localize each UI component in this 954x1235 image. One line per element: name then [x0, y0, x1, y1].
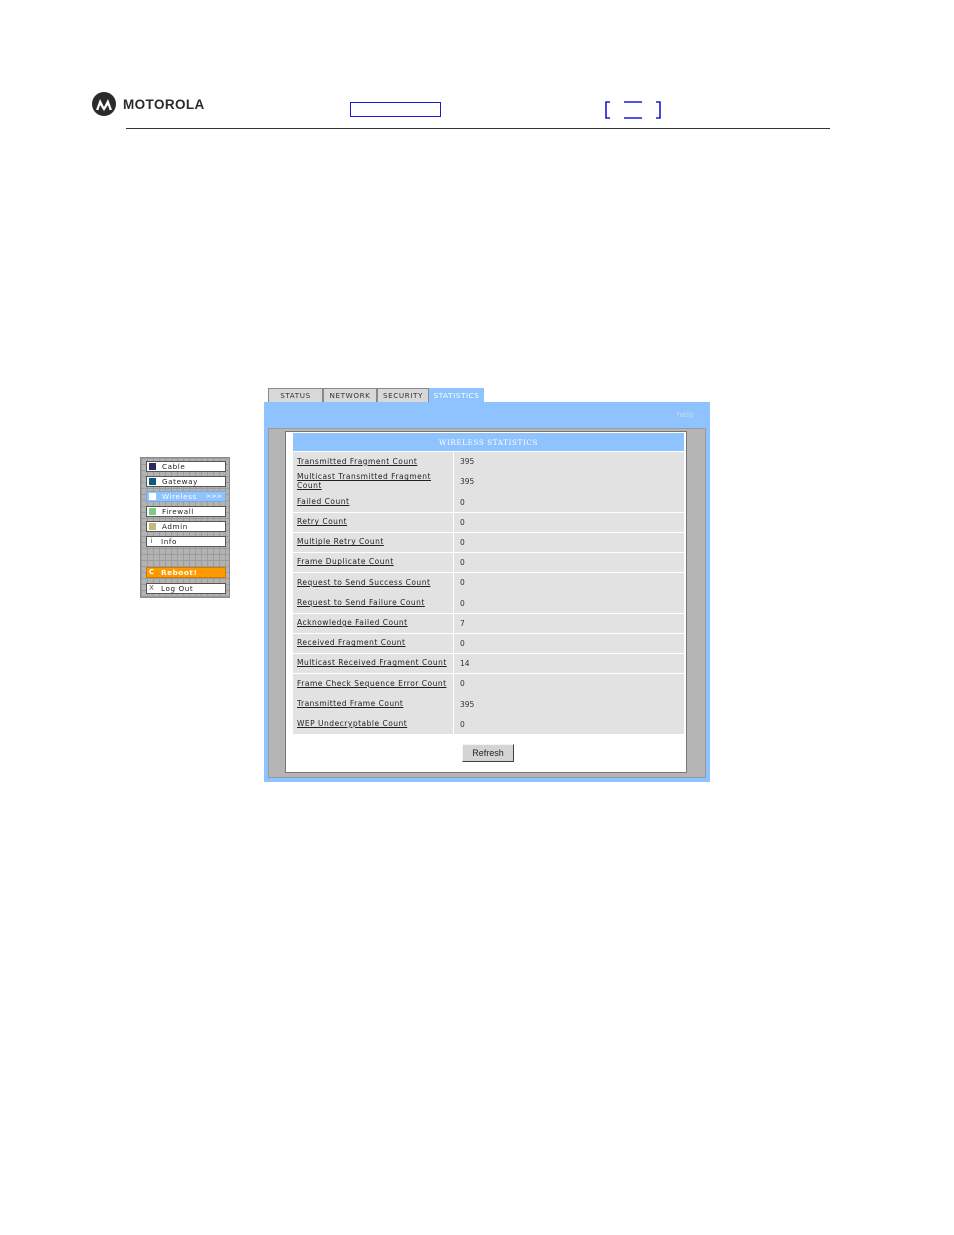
reboot-label: Reboot!	[161, 568, 198, 577]
table-row: Acknowledge Failed Count 7	[293, 613, 684, 633]
square-icon	[149, 463, 156, 470]
stat-value: 395	[454, 452, 684, 472]
help-link[interactable]: help	[677, 410, 694, 419]
sidebar-item-label: Firewall	[162, 507, 194, 516]
stat-value: 0	[454, 552, 684, 573]
sidebar-item-label: Cable	[162, 462, 186, 471]
tab-bar: STATUS NETWORK SECURITY STATISTICS	[268, 388, 484, 402]
close-icon: X	[149, 584, 154, 592]
sidebar-item-label: Gateway	[162, 477, 198, 486]
stat-value: 0	[454, 492, 684, 512]
square-icon	[149, 478, 156, 485]
stat-label-link[interactable]: WEP Undecryptable Count	[297, 719, 407, 729]
stat-label-link[interactable]: Frame Check Sequence Error Count	[297, 679, 447, 689]
stat-label-link[interactable]: Transmitted Frame Count	[297, 699, 403, 709]
stat-value: 0	[454, 573, 684, 593]
square-icon	[149, 508, 156, 515]
square-icon	[149, 493, 156, 500]
table-row: Retry Count 0	[293, 512, 684, 533]
refresh-button[interactable]: Refresh	[462, 744, 514, 762]
header-link-box[interactable]	[350, 102, 441, 117]
logout-button[interactable]: X Log Out	[146, 583, 226, 594]
stat-value: 0	[454, 633, 684, 654]
sidebar-item-cable[interactable]: Cable	[146, 461, 226, 472]
table-row: Failed Count 0	[293, 492, 684, 512]
brand-name: MOTOROLA	[123, 96, 205, 112]
active-arrows-icon: >>>	[205, 492, 222, 500]
table-row: Request to Send Success Count 0	[293, 573, 684, 593]
sidebar-item-label: Admin	[162, 522, 188, 531]
stat-label-link[interactable]: Multicast Transmitted Fragment Count	[297, 473, 453, 490]
sidebar-item-label: Wireless	[162, 492, 197, 501]
stat-value: 0	[454, 512, 684, 533]
sidebar-item-info[interactable]: i Info	[146, 536, 226, 547]
table-row: WEP Undecryptable Count 0	[293, 714, 684, 734]
stat-value: 0	[454, 714, 684, 734]
table-row: Multiple Retry Count 0	[293, 532, 684, 553]
stat-label-link[interactable]: Multiple Retry Count	[297, 538, 384, 547]
table-row: Transmitted Frame Count 395	[293, 694, 684, 714]
table-row: Request to Send Failure Count 0	[293, 593, 684, 613]
tab-security[interactable]: SECURITY	[377, 388, 429, 402]
stat-value: 7	[454, 613, 684, 633]
square-icon	[149, 523, 156, 530]
stat-label-link[interactable]: Request to Send Failure Count	[297, 598, 425, 608]
tab-network[interactable]: NETWORK	[323, 388, 377, 402]
content-frame: WIRELESS STATISTICS Transmitted Fragment…	[268, 428, 706, 778]
sidebar-item-wireless[interactable]: Wireless >>>	[146, 491, 226, 502]
motorola-batwing-icon	[92, 92, 116, 116]
stat-label-link[interactable]: Transmitted Fragment Count	[297, 457, 417, 467]
main-panel: help WIRELESS STATISTICS Transmitted Fra…	[264, 402, 710, 782]
logout-label: Log Out	[161, 584, 194, 593]
statistics-title: WIRELESS STATISTICS	[293, 433, 684, 451]
sidebar-item-label: Info	[161, 537, 178, 546]
info-icon: i	[150, 537, 153, 545]
stat-label-link[interactable]: Frame Duplicate Count	[297, 558, 394, 567]
sidebar-item-gateway[interactable]: Gateway	[146, 476, 226, 487]
stat-value: 0	[454, 593, 684, 613]
reboot-button[interactable]: C Reboot!	[146, 567, 226, 578]
stat-label-link[interactable]: Failed Count	[297, 497, 349, 507]
reboot-icon: C	[148, 568, 155, 576]
table-row: Frame Check Sequence Error Count 0	[293, 674, 684, 694]
table-row: Multicast Transmitted Fragment Count 395	[293, 472, 684, 492]
header-divider	[126, 128, 830, 129]
stat-label-link[interactable]: Received Fragment Count	[297, 639, 406, 648]
statistics-area: WIRELESS STATISTICS Transmitted Fragment…	[285, 431, 687, 773]
table-row: Received Fragment Count 0	[293, 633, 684, 654]
stat-value: 14	[454, 653, 684, 674]
stat-value: 0	[454, 674, 684, 694]
stat-label-link[interactable]: Retry Count	[297, 518, 347, 527]
tab-statistics[interactable]: STATISTICS	[429, 388, 484, 402]
stat-value: 395	[454, 472, 684, 492]
sidebar-menu: Cable Gateway Wireless >>> Firewall Admi…	[140, 457, 230, 598]
sidebar-item-firewall[interactable]: Firewall	[146, 506, 226, 517]
stat-label-link[interactable]: Multicast Received Fragment Count	[297, 659, 447, 668]
table-row: Multicast Received Fragment Count 14	[293, 653, 684, 674]
table-row: Frame Duplicate Count 0	[293, 552, 684, 573]
stat-value: 0	[454, 532, 684, 553]
sidebar-item-admin[interactable]: Admin	[146, 521, 226, 532]
table-row: Transmitted Fragment Count 395	[293, 452, 684, 472]
stat-value: 395	[454, 694, 684, 714]
tab-status[interactable]: STATUS	[268, 388, 323, 402]
motorola-logo: MOTOROLA	[92, 92, 205, 116]
header-bracket-icon	[605, 101, 661, 119]
stat-label-link[interactable]: Request to Send Success Count	[297, 578, 430, 588]
statistics-table: Transmitted Fragment Count 395 Multicast…	[293, 452, 684, 735]
stat-label-link[interactable]: Acknowledge Failed Count	[297, 618, 408, 628]
